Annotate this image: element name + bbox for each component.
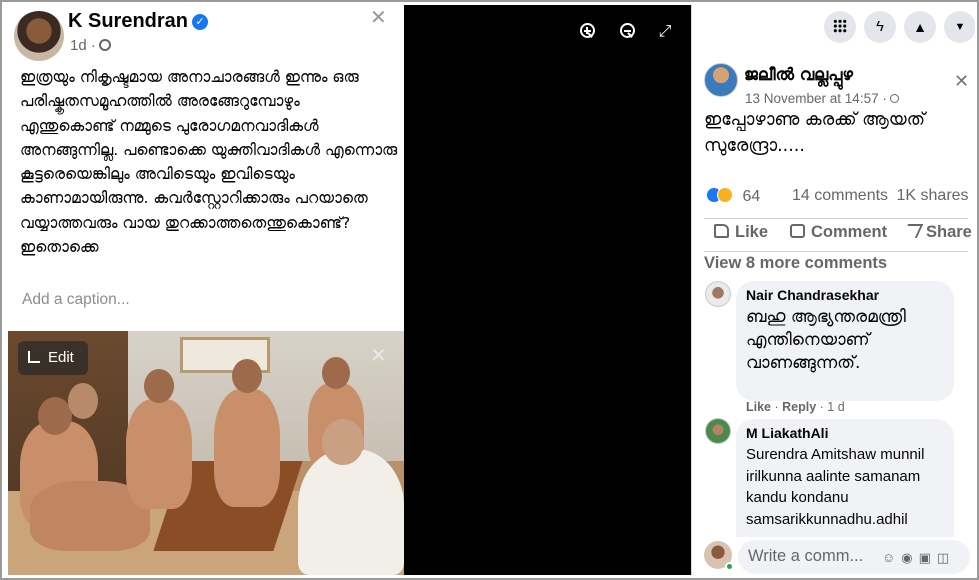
photo-person	[298, 449, 404, 575]
crop-icon	[28, 351, 40, 363]
top-bar: ϟ ▲ ▼	[692, 5, 975, 49]
camera-icon[interactable]: ◉	[901, 550, 918, 565]
shared-timestamp[interactable]: 13 November at 14:57 ·	[745, 91, 887, 106]
haha-reaction-icon	[717, 187, 733, 203]
close-icon[interactable]: ✕	[954, 71, 969, 92]
share-button[interactable]: Share	[901, 223, 972, 242]
like-icon	[714, 224, 729, 238]
photo-person-head	[322, 357, 350, 389]
comment-bubble: Nair Chandrasekhar ബഹു ആഭ്യന്തരമന്ത്രി എ…	[736, 281, 954, 401]
sharer-avatar[interactable]	[704, 63, 738, 97]
notifications-icon[interactable]: ▲	[904, 11, 936, 43]
zoom-out-icon[interactable]	[616, 21, 638, 43]
edit-label: Edit	[48, 349, 74, 366]
emoji-icon[interactable]: ☺	[882, 550, 901, 565]
edit-photo-button[interactable]: Edit	[18, 341, 88, 375]
close-icon[interactable]: ✕	[370, 5, 387, 30]
post-time[interactable]: 1d ·	[70, 37, 96, 54]
photo-viewer: ⤢	[404, 5, 691, 575]
post-editor-panel: K Surendran ✓ 1d · ✕ ഇത്രയും നികൃഷ്ടമായ അ…	[8, 5, 404, 575]
comment-text: Surendra Amitshaw munnil irilkunna aalin…	[746, 446, 925, 528]
fullscreen-icon[interactable]: ⤢	[654, 21, 676, 43]
comment-icon	[790, 224, 805, 238]
comments-count[interactable]: 14 comments	[792, 187, 888, 204]
comment-text: ബഹു ആഭ്യന്തരമന്ത്രി എന്തിനെയാണ് വാണങ്ങുന…	[746, 307, 906, 373]
commenter-name[interactable]: Nair Chandrasekhar	[746, 287, 944, 303]
photo-person	[214, 389, 280, 507]
author-name[interactable]: K Surendran	[68, 10, 188, 32]
photo-person-head	[232, 359, 262, 393]
account-dropdown-icon[interactable]: ▼	[944, 11, 975, 43]
comment-input[interactable]: Write a comm... ☺◉▣◫	[738, 540, 970, 574]
comment-label: Comment	[811, 223, 888, 241]
comment-time[interactable]: 1 d	[827, 400, 844, 414]
post-text: ഇത്രയും നികൃഷ്ടമായ അനാചാരങ്ങൾ ഇന്നും ഒരു…	[20, 68, 398, 257]
comment-input-placeholder: Write a comm...	[748, 547, 864, 565]
photo-person-head	[68, 383, 98, 419]
messenger-icon[interactable]: ϟ	[864, 11, 896, 43]
menu-grid-icon[interactable]	[824, 11, 856, 43]
like-label: Like	[735, 223, 769, 241]
post-meta: 1d ·	[70, 37, 111, 54]
verified-check-icon: ✓	[192, 14, 209, 30]
remove-photo-icon[interactable]: ✕	[370, 343, 387, 368]
post-actions: Like Comment Share	[692, 221, 975, 255]
reaction-summary[interactable]: 64	[706, 187, 760, 206]
commenter-name[interactable]: M LiakathAli	[746, 425, 944, 441]
globe-icon	[889, 94, 899, 103]
view-more-comments-link[interactable]: View 8 more comments	[704, 254, 887, 273]
online-status-indicator	[725, 562, 734, 571]
comments-panel: ϟ ▲ ▼ ജലീൽ വല്ലപ്പുഴ 13 November at 14:5…	[691, 5, 975, 575]
sharer-name[interactable]: ജലീൽ വല്ലപ്പുഴ	[744, 65, 853, 85]
shares-count[interactable]: 1K shares	[897, 187, 969, 204]
sharer-time: 13 November at 14:57 ·	[745, 91, 899, 106]
like-button[interactable]: Like	[714, 223, 768, 242]
engagement-counts: 14 comments 1K shares	[792, 187, 969, 205]
author-avatar[interactable]	[14, 11, 64, 61]
composer-icons: ☺◉▣◫	[882, 550, 955, 566]
photo-person-head	[144, 369, 174, 403]
share-label: Share	[926, 223, 972, 241]
gif-icon[interactable]: ▣	[919, 550, 937, 565]
photo-person-head	[322, 419, 364, 465]
photo-person-head	[38, 397, 72, 435]
caption-input[interactable]: Add a caption...	[22, 291, 130, 309]
share-icon	[901, 224, 924, 238]
commenter-avatar[interactable]	[705, 281, 731, 307]
comment-reply-link[interactable]: Reply	[782, 400, 816, 414]
shared-post-text: ഇപ്പോഴാണു കരക്ക് ആയത് സുരേന്ദ്രാ.....	[704, 110, 925, 156]
zoom-in-icon[interactable]	[576, 21, 598, 43]
sticker-icon[interactable]: ◫	[937, 550, 955, 565]
globe-icon	[98, 39, 111, 51]
reaction-count: 64	[742, 188, 761, 205]
comment-composer: Write a comm... ☺◉▣◫	[692, 537, 975, 575]
comment-like-link[interactable]: Like	[746, 400, 771, 414]
comment-actions: Like · Reply · 1 d	[746, 400, 845, 414]
comment-button[interactable]: Comment	[790, 223, 887, 242]
divider	[704, 251, 968, 252]
commenter-avatar[interactable]	[705, 418, 731, 444]
divider	[704, 218, 968, 219]
post-photo[interactable]: Edit ✕	[8, 331, 404, 575]
post-author[interactable]: K Surendran ✓	[68, 10, 209, 33]
photo-person	[126, 399, 192, 509]
